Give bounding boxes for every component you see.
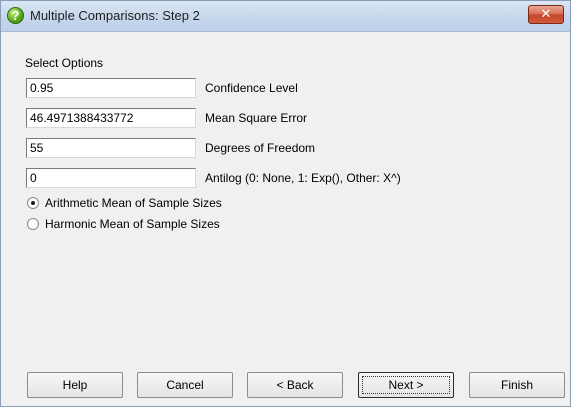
- radio-button-unchecked[interactable]: [27, 218, 39, 230]
- degrees-of-freedom-label: Degrees of Freedom: [205, 141, 316, 155]
- harmonic-mean-label: Harmonic Mean of Sample Sizes: [45, 217, 220, 231]
- dialog-window: ? Multiple Comparisons: Step 2 ✕ Select …: [0, 0, 571, 407]
- window-title: Multiple Comparisons: Step 2: [30, 8, 200, 23]
- close-button[interactable]: ✕: [528, 5, 564, 24]
- help-button[interactable]: Help: [27, 372, 123, 398]
- confidence-level-label: Confidence Level: [205, 81, 298, 95]
- cancel-button-label: Cancel: [166, 378, 204, 392]
- antilog-label: Antilog (0: None, 1: Exp(), Other: X^): [205, 171, 401, 185]
- next-button[interactable]: Next >: [358, 372, 454, 398]
- back-button-label: < Back: [276, 378, 314, 392]
- back-button[interactable]: < Back: [247, 372, 343, 398]
- title-bar[interactable]: ? Multiple Comparisons: Step 2 ✕: [1, 1, 570, 32]
- section-label: Select Options: [25, 56, 104, 70]
- mean-square-error-label: Mean Square Error: [205, 111, 308, 125]
- confidence-level-input[interactable]: 0.95: [26, 78, 196, 98]
- help-button-label: Help: [62, 378, 88, 392]
- radio-dot: [31, 201, 35, 205]
- degrees-of-freedom-input[interactable]: 55: [26, 138, 196, 158]
- finish-button[interactable]: Finish: [469, 372, 565, 398]
- question-icon: ?: [7, 7, 24, 24]
- finish-button-label: Finish: [500, 378, 533, 392]
- radio-button-checked[interactable]: [27, 197, 39, 209]
- antilog-input[interactable]: 0: [26, 168, 196, 188]
- mean-square-error-input[interactable]: 46.4971388433772: [26, 108, 196, 128]
- arithmetic-mean-label: Arithmetic Mean of Sample Sizes: [45, 196, 222, 210]
- next-button-label: Next >: [388, 378, 424, 392]
- cancel-button[interactable]: Cancel: [137, 372, 233, 398]
